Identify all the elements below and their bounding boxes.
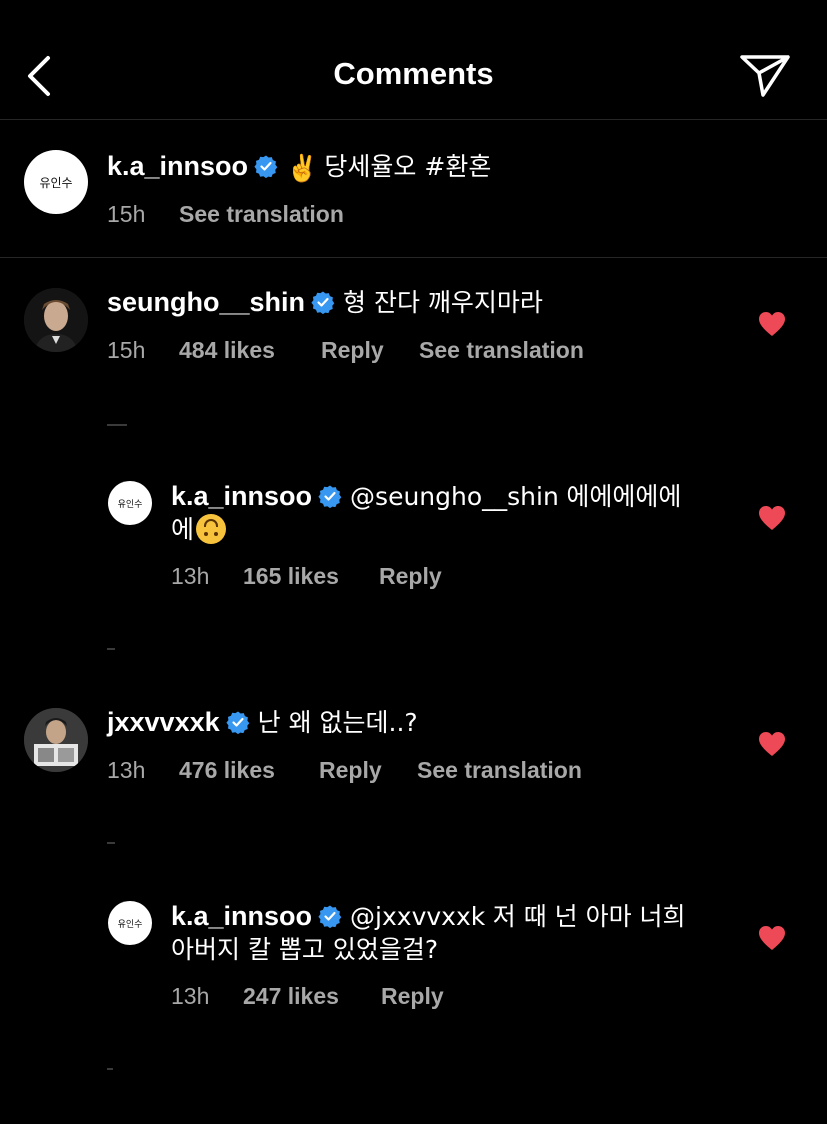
reply-text: 저 때 넌 아마 너희 [492,902,686,931]
profile-photo-icon [24,708,88,772]
commenter-avatar[interactable] [24,288,88,352]
view-replies-line[interactable] [107,424,127,426]
header: Comments [0,0,827,120]
view-replies-line[interactable] [107,842,115,844]
verified-badge-icon [318,905,342,928]
caption-text: 당세율오 #환혼 [324,152,492,181]
page-title: Comments [333,56,494,91]
caption-line: k.a_innsoo ✌️ 당세율오 #환혼 [107,150,491,184]
comment-meta: 13h 476 likes Reply See translation [107,757,582,784]
comment-likes[interactable]: 484 likes [179,337,321,364]
profile-photo-icon [24,288,88,352]
mention-link[interactable]: @seungho__shin [350,482,559,511]
avatar-label: 유인수 [39,175,73,190]
caption-meta: 15h See translation [107,201,344,228]
comment-meta: 15h 484 likes Reply See translation [107,337,584,364]
see-translation-button[interactable]: See translation [417,757,582,784]
caption-username[interactable]: k.a_innsoo [107,151,248,181]
comment-text: 형 잔다 깨우지마라 [343,288,543,317]
reply-text: 에에에에에 [566,482,682,511]
reply-button[interactable]: Reply [321,337,419,364]
reply-text-continued: 아버지 칼 뽑고 있었을걸? [171,935,439,964]
comment-text: 난 왜 없는데..? [257,708,418,737]
view-replies-line[interactable] [107,1068,113,1070]
verified-badge-icon [318,485,342,508]
reply-avatar[interactable]: 유인수 [108,481,152,525]
reply-meta: 13h 165 likes Reply [171,563,442,590]
victory-hand-emoji: ✌️ [286,153,319,183]
reply-meta: 13h 247 likes Reply [171,983,444,1010]
verified-badge-icon [311,291,335,314]
reply-button[interactable]: Reply [381,983,444,1010]
heart-icon[interactable] [758,925,786,951]
caption-divider [0,257,827,258]
comment-likes[interactable]: 476 likes [179,757,319,784]
share-icon[interactable] [736,50,794,102]
reply-line: k.a_innsoo @seungho__shin 에에에에에 [171,480,681,513]
avatar-label: 유인수 [117,499,143,510]
reply-button[interactable]: Reply [379,563,442,590]
reply-username[interactable]: k.a_innsoo [171,481,312,511]
comment-username[interactable]: jxxvvxxk [107,707,220,737]
reply-button[interactable]: Reply [319,757,417,784]
heart-icon[interactable] [758,731,786,757]
upside-down-face-emoji [196,514,227,544]
reply-avatar[interactable]: 유인수 [108,901,152,945]
caption-time: 15h [107,201,146,227]
heart-icon[interactable] [758,311,786,337]
reply-text-continued: 에 [171,515,195,544]
comment-time: 15h [107,337,146,363]
reply-time: 13h [171,563,210,589]
reply-likes[interactable]: 247 likes [243,983,381,1010]
verified-badge-icon [254,155,278,178]
reply-line: k.a_innsoo @jxxvvxxk 저 때 넌 아마 너희 [171,900,686,933]
avatar-label: 유인수 [117,919,143,930]
comment-username[interactable]: seungho__shin [107,287,305,317]
heart-icon[interactable] [758,505,786,531]
mention-link[interactable]: @jxxvvxxk [350,902,485,931]
caption-see-translation[interactable]: See translation [179,201,344,228]
caption-avatar[interactable]: 유인수 [24,150,88,214]
comment-time: 13h [107,757,146,783]
view-replies-line[interactable] [107,648,115,650]
verified-badge-icon [226,711,249,734]
reply-username[interactable]: k.a_innsoo [171,901,312,931]
comment-line: seungho__shin 형 잔다 깨우지마라 [107,286,543,319]
reply-time: 13h [171,983,210,1009]
commenter-avatar[interactable] [24,708,88,772]
reply-likes[interactable]: 165 likes [243,563,379,590]
comments-screen: Comments 유인수 k.a_innsoo ✌️ 당세율오 #환혼 15h See… [0,0,827,1124]
reply-line-2: 아버지 칼 뽑고 있었을걸? [171,933,438,966]
see-translation-button[interactable]: See translation [419,337,584,364]
comment-line: jxxvvxxk 난 왜 없는데..? [107,706,418,739]
reply-line-2: 에 [171,513,227,546]
